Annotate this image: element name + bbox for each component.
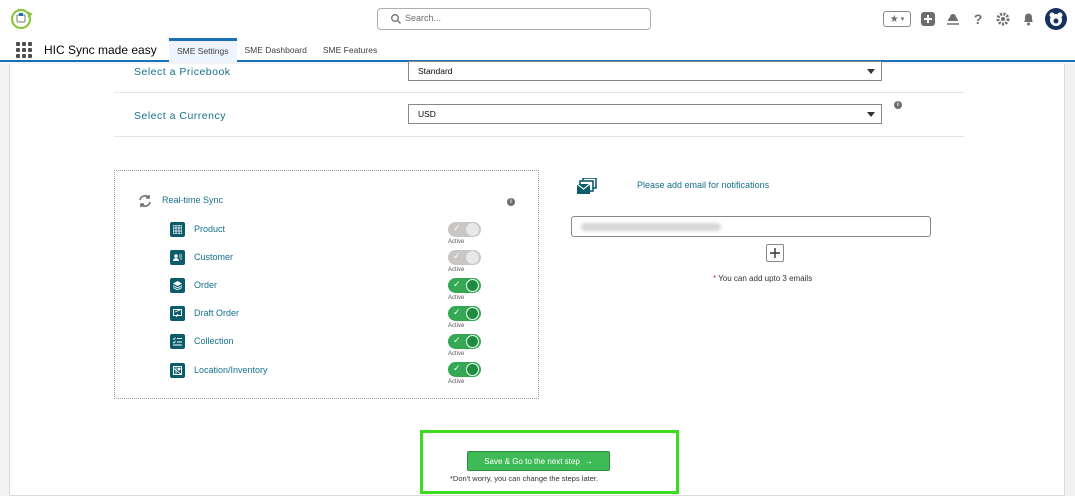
check-icon: ✓ — [453, 223, 461, 233]
sync-item-label: Location/Inventory — [194, 365, 268, 375]
order-layers-icon — [170, 277, 185, 293]
check-icon: ✓ — [453, 279, 461, 289]
global-actions-icon[interactable] — [920, 11, 936, 27]
toggle-status: Active — [448, 323, 465, 329]
email-stack-icon — [577, 178, 597, 194]
check-icon: ✓ — [453, 251, 461, 261]
save-footnote: *Don't worry, you can change the steps l… — [450, 474, 599, 483]
sync-item-customer: Customer — [170, 249, 233, 265]
divider — [114, 136, 964, 137]
app-root: Search... ★ ▾ ? HIC Sync made easy SME S… — [0, 0, 1075, 496]
app-navigation: HIC Sync made easy SME Settings SME Dash… — [0, 38, 1075, 62]
currency-label: Select a Currency — [134, 110, 226, 122]
app-launcher-icon[interactable] — [16, 42, 32, 58]
setup-gear-icon[interactable] — [995, 11, 1011, 27]
toggle-status: Active — [448, 379, 465, 385]
plus-icon — [770, 248, 780, 258]
chevron-down-icon — [867, 112, 875, 117]
save-next-step-button[interactable]: Save & Go to the next step → — [467, 451, 610, 471]
notifications-title: Please add email for notifications — [637, 180, 770, 190]
customer-toggle[interactable]: ✓ — [448, 250, 481, 265]
global-search[interactable]: Search... — [377, 8, 651, 30]
toggle-status: Active — [448, 239, 465, 245]
tab-sme-dashboard[interactable]: SME Dashboard — [237, 38, 315, 62]
arrow-right-icon: → — [584, 456, 593, 466]
sync-item-label: Customer — [194, 252, 234, 262]
sync-info-icon[interactable]: i — [507, 198, 515, 206]
toggle-status: Active — [448, 351, 465, 357]
tab-sme-settings[interactable]: SME Settings — [169, 38, 237, 62]
check-icon: ✓ — [453, 363, 461, 373]
chevron-down-icon — [867, 69, 875, 74]
pricebook-select[interactable]: Standard — [408, 61, 882, 81]
sync-title: Real-time Sync — [162, 195, 224, 205]
pricebook-label: Select a Pricebook — [134, 66, 231, 78]
currency-select[interactable]: USD — [408, 104, 882, 124]
product-grid-icon — [170, 221, 185, 237]
global-header: Search... ★ ▾ ? — [0, 0, 1075, 38]
draft-order-icon — [170, 305, 185, 321]
sync-refresh-icon — [139, 195, 151, 207]
currency-value: USD — [418, 109, 436, 119]
realtime-sync-panel: Real-time Sync i Product ✓ Active Custom… — [114, 170, 539, 399]
trailhead-icon[interactable] — [945, 11, 961, 27]
toggle-status: Active — [448, 267, 465, 273]
chevron-down-icon: ▾ — [900, 16, 905, 23]
customer-contact-icon — [170, 249, 185, 265]
location-map-icon — [170, 362, 185, 378]
currency-info-icon[interactable]: i — [894, 101, 902, 109]
collection-list-icon — [170, 333, 185, 349]
header-icons: ★ ▾ ? — [883, 7, 1067, 31]
check-icon: ✓ — [453, 307, 461, 317]
sync-item-label: Product — [194, 224, 226, 234]
sync-item-order: Order — [170, 277, 217, 293]
scrollbar[interactable] — [1067, 64, 1075, 496]
tab-sme-features[interactable]: SME Features — [315, 38, 385, 62]
sync-item-label: Collection — [194, 336, 234, 346]
user-avatar[interactable] — [1045, 8, 1067, 30]
favorites-button[interactable]: ★ ▾ — [883, 11, 911, 27]
settings-content: Select a Pricebook Standard Select a Cur… — [9, 61, 1065, 496]
star-icon: ★ — [889, 13, 899, 25]
redacted-email — [581, 223, 721, 231]
product-toggle[interactable]: ✓ — [448, 222, 481, 237]
save-button-label: Save & Go to the next step — [484, 456, 580, 466]
sync-item-label: Order — [194, 280, 218, 290]
app-logo-icon[interactable] — [9, 8, 35, 30]
check-icon: ✓ — [453, 335, 461, 345]
pricebook-value: Standard — [418, 66, 453, 76]
email-limit-note: * You can add upto 3 emails — [713, 274, 812, 283]
sync-item-product: Product — [170, 221, 225, 237]
divider — [114, 92, 964, 93]
notifications-bell-icon[interactable] — [1020, 11, 1036, 27]
email-field[interactable] — [571, 216, 931, 237]
draft-order-toggle[interactable]: ✓ — [448, 306, 481, 321]
app-name: HIC Sync made easy — [44, 43, 157, 57]
sync-item-draft-order: Draft Order — [170, 305, 239, 321]
sync-item-location-inventory: Location/Inventory — [170, 362, 268, 378]
search-placeholder: Search... — [405, 13, 442, 23]
required-mark: * — [713, 274, 717, 283]
nav-tabs: SME Settings SME Dashboard SME Features — [169, 38, 385, 62]
collection-toggle[interactable]: ✓ — [448, 334, 481, 349]
help-icon[interactable]: ? — [970, 11, 986, 27]
sync-item-collection: Collection — [170, 333, 234, 349]
toggle-status: Active — [448, 295, 465, 301]
order-toggle[interactable]: ✓ — [448, 278, 481, 293]
search-icon — [391, 14, 401, 24]
sync-item-label: Draft Order — [194, 308, 240, 318]
add-email-button[interactable] — [766, 244, 784, 262]
email-limit-text: You can add upto 3 emails — [718, 274, 813, 283]
location-inventory-toggle[interactable]: ✓ — [448, 362, 481, 377]
